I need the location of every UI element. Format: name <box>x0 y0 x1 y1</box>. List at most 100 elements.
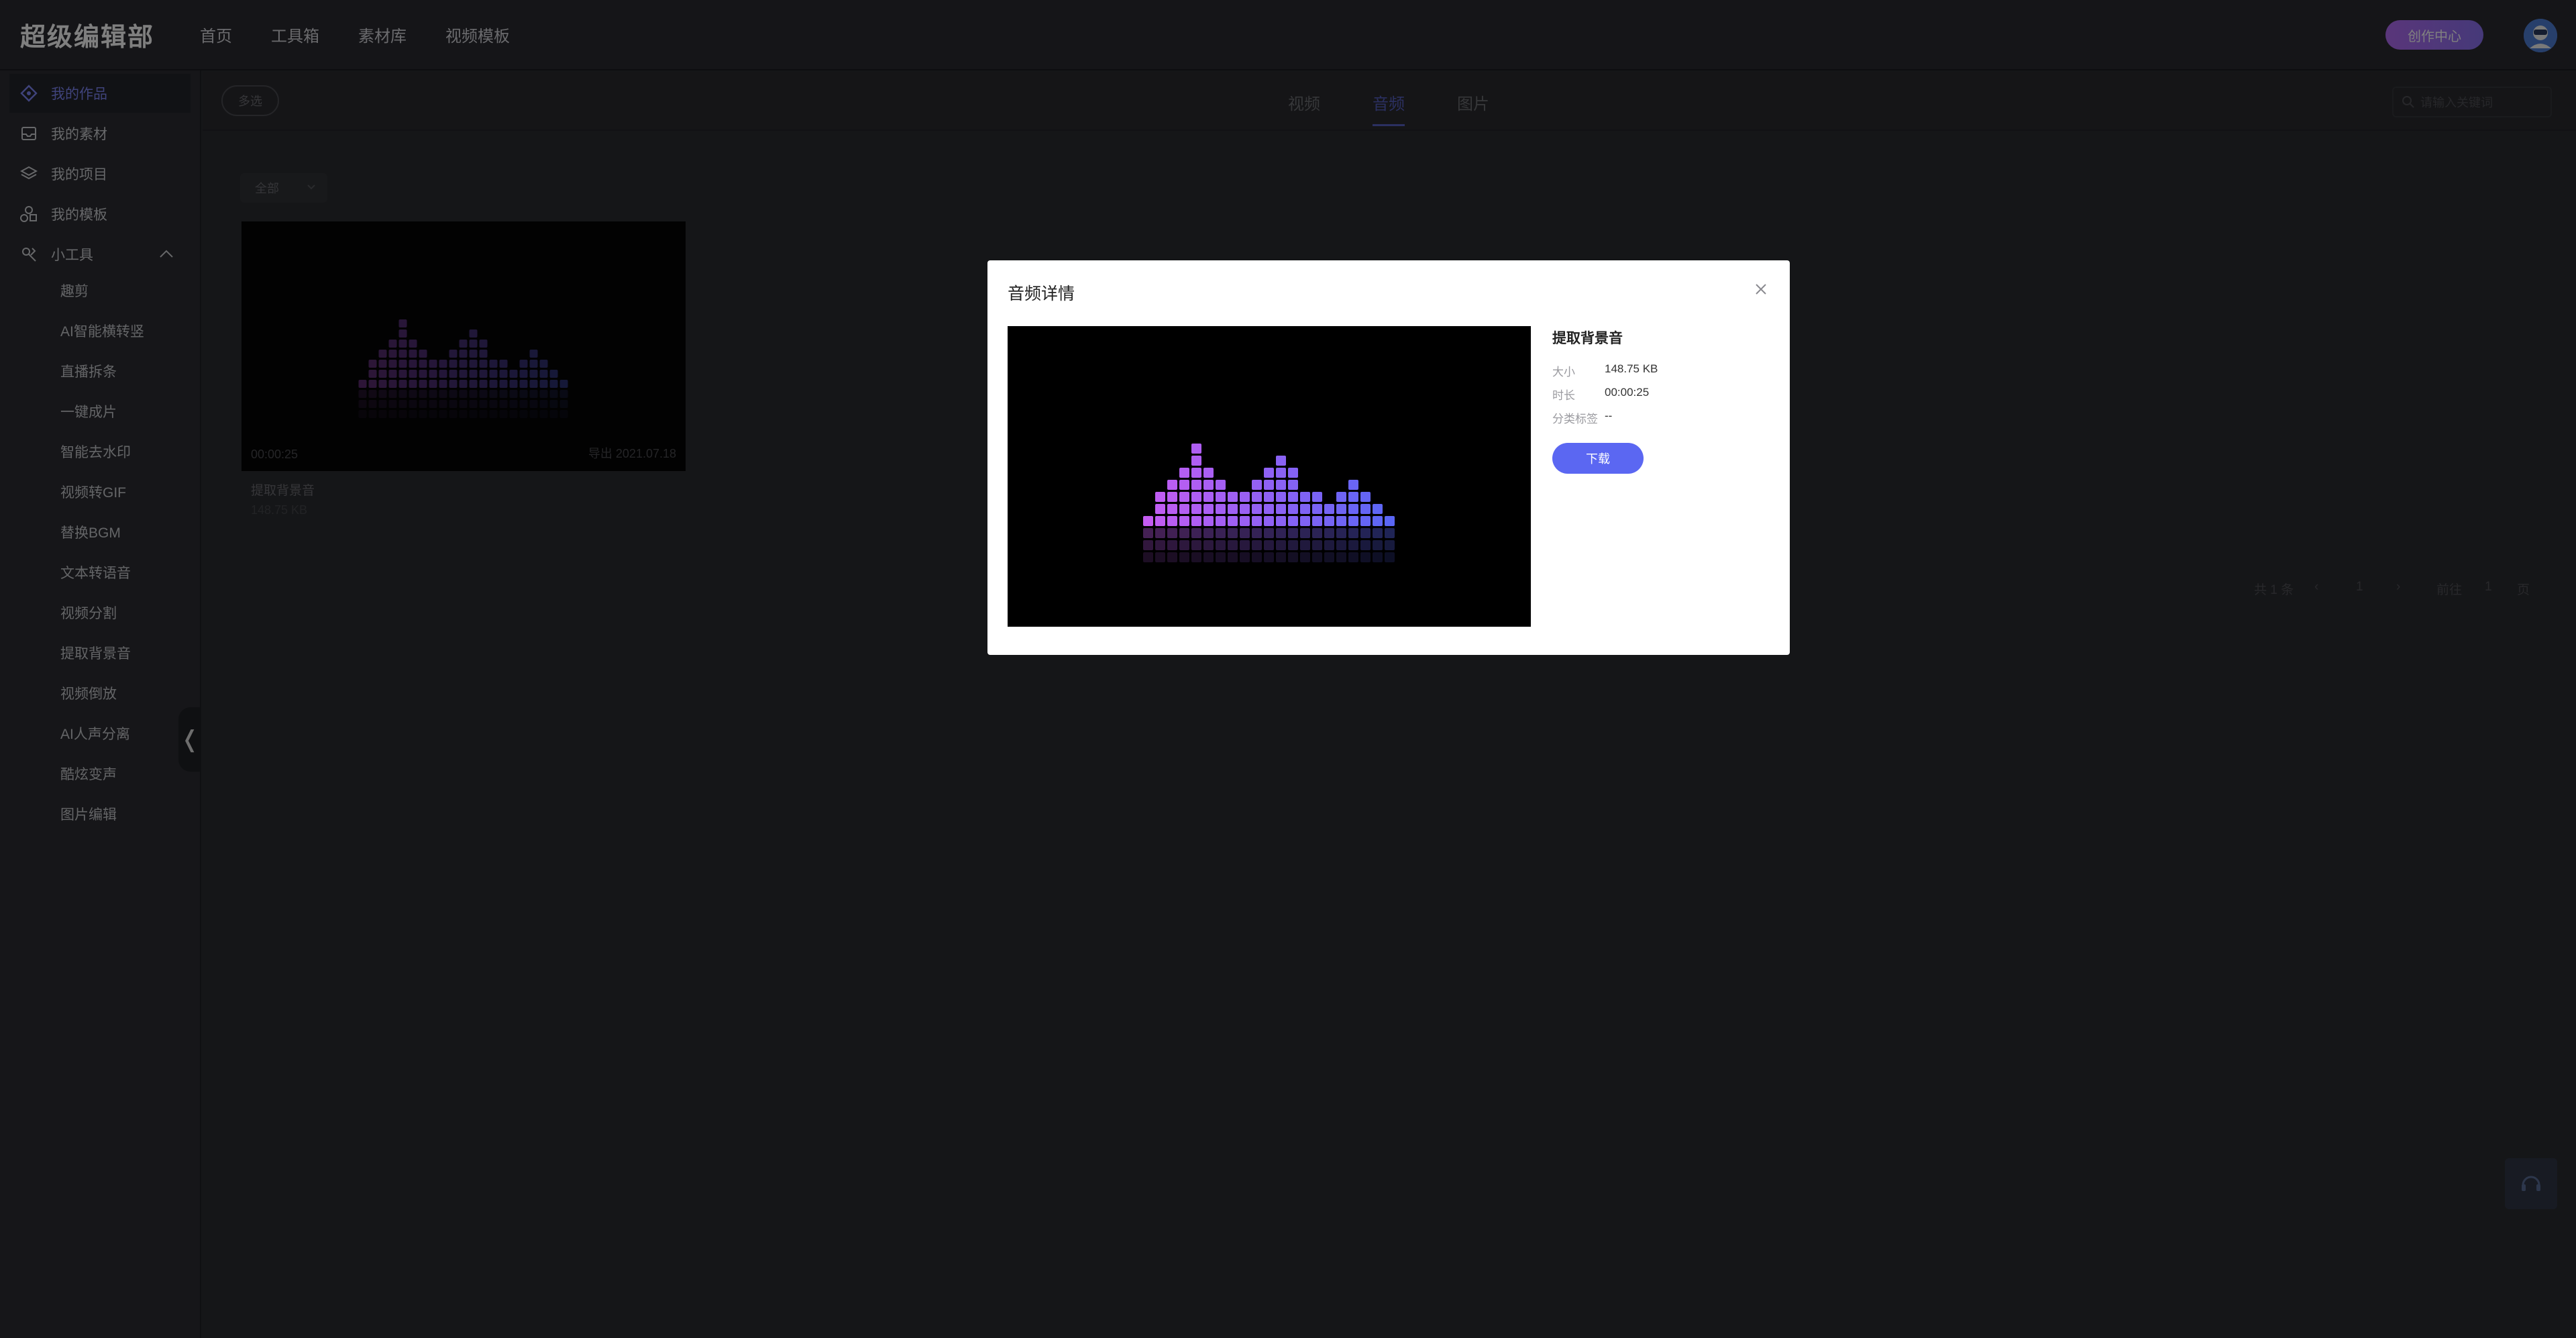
equalizer-cell <box>1288 480 1298 490</box>
equalizer-cell <box>1264 492 1274 502</box>
size-value: 148.75 KB <box>1605 362 1658 375</box>
equalizer-cell <box>1348 492 1358 502</box>
equalizer-reflection <box>1264 528 1274 538</box>
equalizer-graphic <box>1143 444 1395 562</box>
equalizer-cell <box>1252 504 1262 514</box>
equalizer-cell <box>1191 444 1201 454</box>
equalizer-cell <box>1216 504 1226 514</box>
equalizer-reflection <box>1336 528 1346 538</box>
equalizer-reflection <box>1143 540 1153 550</box>
equalizer-reflection <box>1228 528 1238 538</box>
equalizer-reflection <box>1300 528 1310 538</box>
equalizer-cell <box>1360 504 1371 514</box>
equalizer-reflection <box>1300 552 1310 562</box>
equalizer-cell <box>1300 492 1310 502</box>
equalizer-reflection <box>1312 552 1322 562</box>
equalizer-reflection <box>1179 552 1189 562</box>
equalizer-reflection <box>1191 528 1201 538</box>
equalizer-reflection <box>1276 540 1286 550</box>
equalizer-cell <box>1288 504 1298 514</box>
equalizer-reflection <box>1385 540 1395 550</box>
equalizer-cell <box>1264 480 1274 490</box>
equalizer-reflection <box>1385 552 1395 562</box>
equalizer-cell <box>1143 516 1153 526</box>
modal-overlay[interactable] <box>0 0 2576 1338</box>
equalizer-cell <box>1336 492 1346 502</box>
equalizer-cell <box>1348 504 1358 514</box>
equalizer-cell <box>1240 492 1250 502</box>
equalizer-cell <box>1373 516 1383 526</box>
equalizer-reflection <box>1288 528 1298 538</box>
equalizer-cell <box>1348 480 1358 490</box>
equalizer-cell <box>1179 504 1189 514</box>
equalizer-cell <box>1216 492 1226 502</box>
info-row-tags: 分类标签 -- <box>1552 409 1612 426</box>
equalizer-cell <box>1155 492 1165 502</box>
equalizer-reflection <box>1288 552 1298 562</box>
equalizer-cell <box>1252 516 1262 526</box>
equalizer-reflection <box>1264 552 1274 562</box>
equalizer-reflection <box>1373 540 1383 550</box>
equalizer-cell <box>1252 492 1262 502</box>
equalizer-cell <box>1276 456 1286 466</box>
close-icon[interactable] <box>1752 280 1772 301</box>
equalizer-reflection <box>1191 540 1201 550</box>
equalizer-cell <box>1264 504 1274 514</box>
equalizer-cell <box>1288 468 1298 478</box>
tags-value: -- <box>1605 409 1613 422</box>
equalizer-reflection <box>1203 540 1214 550</box>
equalizer-reflection <box>1373 552 1383 562</box>
equalizer-reflection <box>1348 528 1358 538</box>
equalizer-reflection <box>1155 540 1165 550</box>
equalizer-cell <box>1336 504 1346 514</box>
equalizer-cell <box>1228 492 1238 502</box>
download-button[interactable]: 下载 <box>1552 443 1644 474</box>
equalizer-cell <box>1240 504 1250 514</box>
equalizer-cell <box>1228 516 1238 526</box>
equalizer-cell <box>1191 492 1201 502</box>
equalizer-reflection <box>1216 552 1226 562</box>
equalizer-reflection <box>1240 552 1250 562</box>
equalizer-cell <box>1191 516 1201 526</box>
equalizer-reflection <box>1155 528 1165 538</box>
equalizer-reflection <box>1336 540 1346 550</box>
equalizer-reflection <box>1360 552 1371 562</box>
equalizer-cell <box>1360 492 1371 502</box>
equalizer-cell <box>1252 480 1262 490</box>
equalizer-reflection <box>1203 528 1214 538</box>
equalizer-reflection <box>1179 528 1189 538</box>
equalizer-reflection <box>1324 528 1334 538</box>
equalizer-reflection <box>1276 552 1286 562</box>
equalizer-cell <box>1216 480 1226 490</box>
equalizer-reflection <box>1252 528 1262 538</box>
equalizer-reflection <box>1360 540 1371 550</box>
equalizer-reflection <box>1240 540 1250 550</box>
duration-value: 00:00:25 <box>1605 386 1650 399</box>
equalizer-cell <box>1167 504 1177 514</box>
equalizer-reflection <box>1252 540 1262 550</box>
audio-preview[interactable] <box>1008 326 1531 627</box>
equalizer-cell <box>1240 516 1250 526</box>
equalizer-reflection <box>1264 540 1274 550</box>
equalizer-cell <box>1312 492 1322 502</box>
audio-name: 提取背景音 <box>1552 331 1623 346</box>
equalizer-reflection <box>1360 528 1371 538</box>
equalizer-cell <box>1264 468 1274 478</box>
equalizer-reflection <box>1324 552 1334 562</box>
equalizer-reflection <box>1240 528 1250 538</box>
equalizer-reflection <box>1191 552 1201 562</box>
equalizer-reflection <box>1276 528 1286 538</box>
equalizer-cell <box>1203 492 1214 502</box>
equalizer-cell <box>1348 516 1358 526</box>
equalizer-cell <box>1288 516 1298 526</box>
equalizer-cell <box>1179 468 1189 478</box>
equalizer-cell <box>1179 516 1189 526</box>
equalizer-cell <box>1216 516 1226 526</box>
equalizer-cell <box>1203 468 1214 478</box>
equalizer-cell <box>1203 504 1214 514</box>
equalizer-cell <box>1191 504 1201 514</box>
equalizer-reflection <box>1203 552 1214 562</box>
equalizer-cell <box>1179 492 1189 502</box>
tags-label: 分类标签 <box>1552 413 1598 425</box>
equalizer-cell <box>1312 504 1322 514</box>
